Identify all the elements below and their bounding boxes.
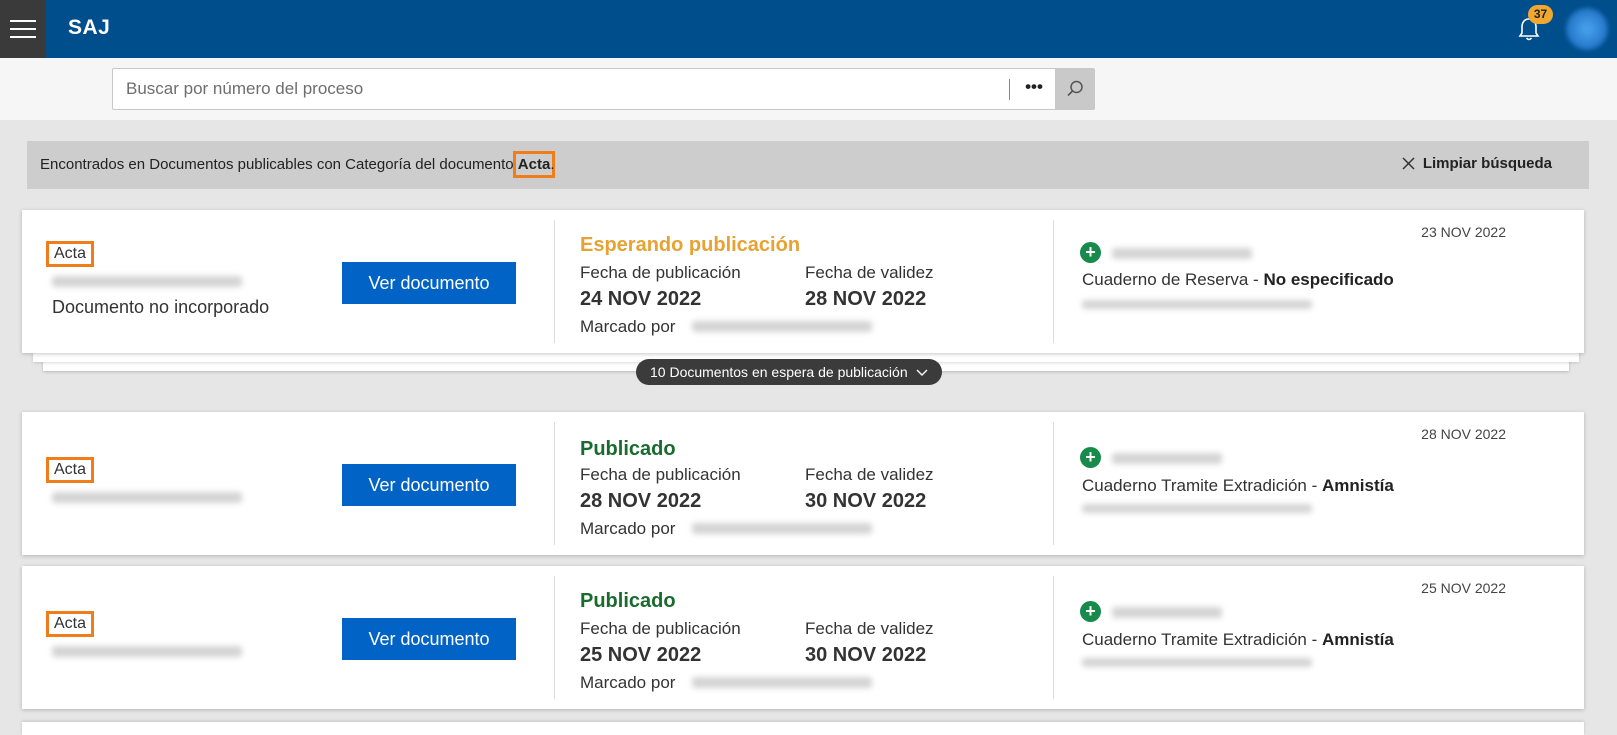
pending-documents-toggle[interactable]: 10 Documentos en espera de publicación [636, 359, 942, 385]
status-label: Publicado [580, 438, 676, 460]
view-document-button[interactable]: Ver documento [342, 618, 516, 660]
notification-badge: 37 [1528, 5, 1553, 24]
cuaderno-info: Cuaderno de Reserva - No especificado [1082, 270, 1394, 289]
validity-date: 30 NOV 2022 [805, 490, 927, 512]
search-band: ••• [0, 58, 1617, 120]
app-brand: SAJ [68, 16, 111, 39]
document-note: Documento no incorporado [52, 297, 270, 317]
document-card: Acta Ver documento Publicado Fecha de pu… [22, 566, 1584, 709]
clear-search-button[interactable]: Limpiar búsqueda [1402, 155, 1552, 172]
publication-date: 25 NOV 2022 [580, 644, 702, 666]
category-tag: Acta [45, 611, 95, 637]
view-document-button[interactable]: Ver documento [342, 262, 516, 304]
filter-category: Acta [512, 151, 556, 178]
chevron-down-icon [916, 369, 928, 376]
card-date: 23 NOV 2022 [1421, 224, 1506, 240]
status-label: Publicado [580, 590, 676, 612]
category-tag: Acta [45, 241, 95, 267]
view-document-button[interactable]: Ver documento [342, 464, 516, 506]
hamburger-menu-button[interactable] [0, 0, 46, 58]
category-tag: Acta [45, 457, 95, 483]
document-card: Acta Documento no incorporado Ver docume… [22, 210, 1584, 353]
card-date: 28 NOV 2022 [1421, 426, 1506, 442]
search-box: ••• [112, 68, 1095, 110]
add-icon[interactable]: + [1080, 601, 1101, 622]
document-card: Acta Ver documento Publicado Fecha de pu… [22, 412, 1584, 555]
hamburger-icon [10, 20, 36, 22]
filter-banner: Encontrados en Documentos publicables co… [27, 141, 1589, 189]
publication-date: 24 NOV 2022 [580, 288, 702, 310]
validity-date: 30 NOV 2022 [805, 644, 927, 666]
search-button[interactable] [1055, 69, 1095, 109]
top-bar: SAJ 37 [0, 0, 1617, 58]
status-label: Esperando publicación [580, 234, 801, 256]
search-input[interactable] [113, 69, 1009, 109]
more-options-button[interactable]: ••• [1013, 69, 1055, 109]
publication-date: 28 NOV 2022 [580, 490, 702, 512]
search-icon [1067, 80, 1083, 97]
cuaderno-info: Cuaderno Tramite Extradición - Amnistía [1082, 630, 1394, 649]
card-date: 25 NOV 2022 [1421, 580, 1506, 596]
validity-date: 28 NOV 2022 [805, 288, 927, 310]
add-icon[interactable]: + [1080, 242, 1101, 263]
cuaderno-info: Cuaderno Tramite Extradición - Amnistía [1082, 476, 1394, 495]
filter-description: Encontrados en Documentos publicables co… [40, 151, 556, 178]
close-icon [1402, 157, 1415, 170]
next-card-peek [22, 722, 1584, 735]
user-avatar[interactable] [1566, 8, 1608, 50]
add-icon[interactable]: + [1080, 447, 1101, 468]
